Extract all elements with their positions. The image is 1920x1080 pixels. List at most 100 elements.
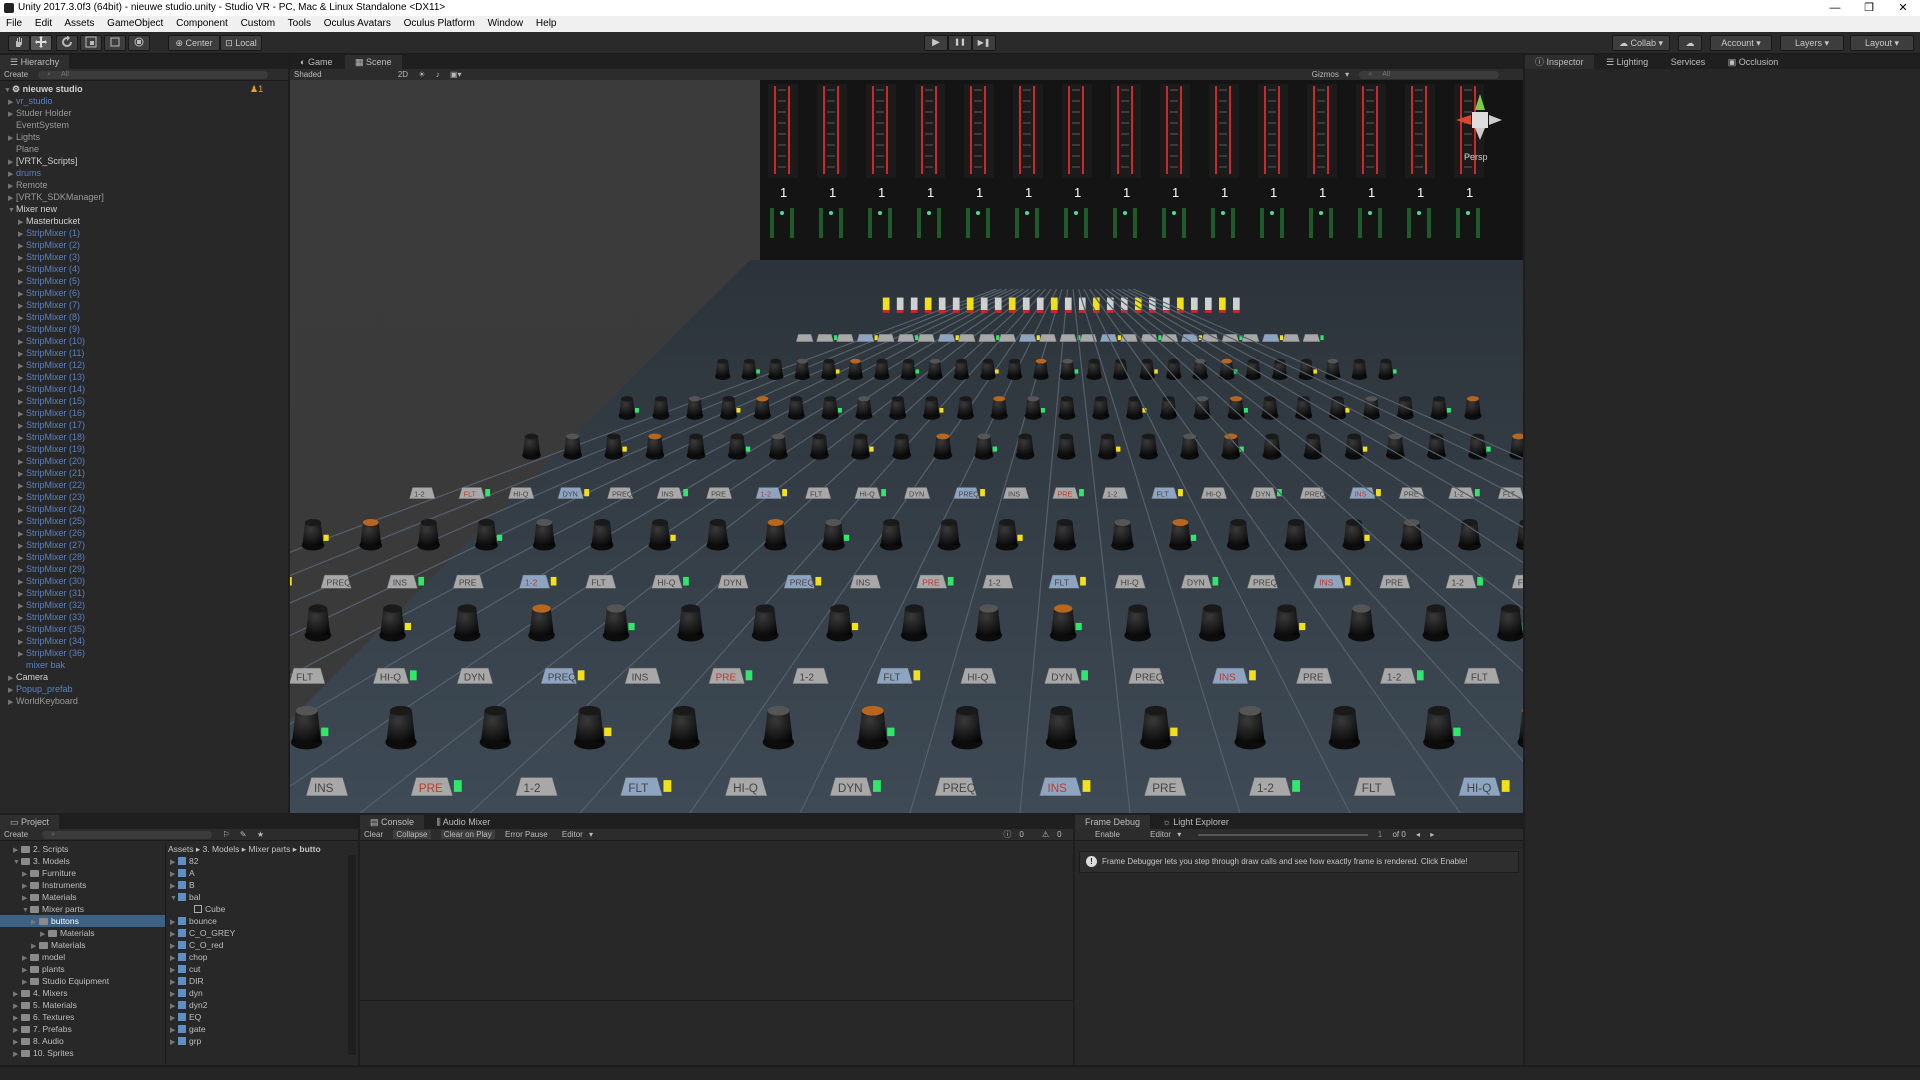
project-folder-item[interactable]: ▶ 10. Sprites bbox=[13, 1047, 74, 1059]
hierarchy-item[interactable]: ▶ StripMixer (17) bbox=[18, 419, 85, 431]
project-folder-item[interactable]: ▼ 3. Models bbox=[13, 855, 70, 867]
asset-item[interactable]: ▶ grp bbox=[170, 1035, 201, 1047]
channel-fader[interactable] bbox=[938, 297, 946, 310]
channel-fader[interactable] bbox=[910, 297, 918, 310]
scene-lighting-toggle[interactable]: ☀ bbox=[418, 70, 425, 79]
hierarchy-item[interactable]: ▶ StripMixer (5) bbox=[18, 275, 80, 287]
console-button[interactable] bbox=[816, 333, 834, 342]
asset-item[interactable]: ▶ 82 bbox=[170, 855, 198, 867]
project-create-button[interactable]: Create bbox=[4, 830, 28, 839]
hierarchy-item[interactable]: ▶ StripMixer (35) bbox=[18, 623, 85, 635]
channel-fader[interactable] bbox=[882, 297, 890, 310]
pivot-local-toggle[interactable]: ⊡ Local bbox=[220, 35, 262, 51]
hierarchy-item[interactable]: mixer bak bbox=[18, 659, 65, 671]
expand-arrow-icon[interactable]: ▼ bbox=[13, 857, 21, 869]
frame-debug-enable-button[interactable]: Enable bbox=[1095, 830, 1120, 839]
tab-hierarchy[interactable]: ☰ Hierarchy bbox=[0, 55, 70, 69]
audio-toggle-icon[interactable]: ♪ bbox=[436, 70, 440, 79]
console-button[interactable] bbox=[998, 333, 1017, 342]
asset-item[interactable]: ▼ bal bbox=[170, 891, 200, 903]
tab-lighting[interactable]: ☰ Lighting bbox=[1596, 55, 1658, 69]
hierarchy-item[interactable]: ▶ drums bbox=[8, 167, 41, 179]
hierarchy-item[interactable]: ▶ Lights bbox=[8, 131, 40, 143]
asset-item[interactable]: ▶ C_O_GREY bbox=[170, 927, 235, 939]
collapse-arrow-icon[interactable]: ▶ bbox=[8, 697, 16, 709]
console-button[interactable] bbox=[1018, 333, 1037, 342]
menu-window[interactable]: Window bbox=[488, 18, 524, 29]
menu-gameobject[interactable]: GameObject bbox=[107, 18, 163, 29]
frame-debug-step[interactable]: 1 bbox=[1378, 830, 1382, 839]
hierarchy-item[interactable]: ▶ [VRTK_SDKManager] bbox=[8, 191, 104, 203]
tab-console[interactable]: ▤ Console bbox=[360, 815, 425, 829]
console-button[interactable] bbox=[1059, 333, 1078, 342]
hierarchy-item[interactable]: ▶ StripMixer (34) bbox=[18, 635, 85, 647]
tab-project[interactable]: ▭ Project bbox=[0, 815, 60, 829]
project-folder-item[interactable]: ▶ 6. Textures bbox=[13, 1011, 74, 1023]
channel-fader[interactable] bbox=[952, 297, 960, 310]
project-search-input[interactable]: ⌕ bbox=[42, 830, 213, 839]
expand-arrow-icon[interactable]: ▼ bbox=[8, 205, 16, 217]
console-button[interactable] bbox=[1261, 333, 1280, 342]
hierarchy-create-button[interactable]: Create bbox=[4, 70, 28, 79]
tab-frame-debug[interactable]: Frame Debug bbox=[1075, 815, 1151, 829]
console-collapse-toggle[interactable]: Collapse bbox=[393, 830, 431, 839]
hierarchy-item[interactable]: ▶ StripMixer (20) bbox=[18, 455, 85, 467]
channel-fader[interactable] bbox=[980, 297, 988, 310]
project-folder-item[interactable]: ▶ plants bbox=[22, 963, 65, 975]
restore-button[interactable]: ❐ bbox=[1852, 0, 1886, 16]
console-button[interactable] bbox=[856, 333, 875, 342]
hierarchy-item[interactable]: ▶ StripMixer (6) bbox=[18, 287, 80, 299]
hierarchy-item[interactable]: ▶ StripMixer (19) bbox=[18, 443, 85, 455]
hierarchy-item[interactable]: EventSystem bbox=[8, 119, 69, 131]
transform-tool-button[interactable] bbox=[128, 35, 150, 51]
tab-scene[interactable]: ▦ Scene bbox=[344, 55, 402, 69]
hierarchy-item[interactable]: ▶ StripMixer (29) bbox=[18, 563, 85, 575]
console-button[interactable] bbox=[876, 333, 895, 342]
channel-fader[interactable] bbox=[1022, 297, 1030, 310]
asset-item[interactable]: ▶ EQ bbox=[170, 1011, 201, 1023]
favorite-icon[interactable]: ★ bbox=[257, 830, 264, 839]
breadcrumb-assets[interactable]: Assets bbox=[168, 844, 194, 854]
hierarchy-item[interactable]: ▶ Remote bbox=[8, 179, 48, 191]
hierarchy-item[interactable]: ▶ StripMixer (21) bbox=[18, 467, 85, 479]
console-clear-button[interactable]: Clear bbox=[364, 830, 383, 839]
hierarchy-item[interactable]: ▶ StripMixer (12) bbox=[18, 359, 85, 371]
scene-viewport[interactable]: 1 1 1 1 1 1 1 1 1 1 1 1 1 1 1 1-2 FLT DYN HI-Q PREQ DYN INS P… bbox=[290, 80, 1523, 813]
console-button[interactable] bbox=[1282, 333, 1300, 342]
menu-file[interactable]: File bbox=[6, 18, 22, 29]
project-folder-item[interactable]: ▶ 7. Prefabs bbox=[13, 1023, 72, 1035]
pivot-center-toggle[interactable]: ⊕ Center bbox=[168, 35, 220, 51]
console-info-count[interactable]: ⓘ 0 bbox=[999, 830, 1027, 839]
scene-root-row[interactable]: ▼⚙ nieuwe studio bbox=[4, 83, 83, 95]
close-button[interactable]: ✕ bbox=[1886, 0, 1920, 16]
hierarchy-item[interactable]: ▶ StripMixer (1) bbox=[18, 227, 80, 239]
asset-item[interactable]: ▶ A bbox=[170, 867, 195, 879]
minimize-button[interactable]: — bbox=[1818, 0, 1852, 16]
hierarchy-item[interactable]: ▶ StripMixer (4) bbox=[18, 263, 80, 275]
hierarchy-item[interactable]: ▶ StripMixer (14) bbox=[18, 383, 85, 395]
console-warning-count[interactable]: ⚠ 0 bbox=[1038, 830, 1066, 839]
asset-item[interactable]: ▶ DIR bbox=[170, 975, 204, 987]
console-button[interactable] bbox=[1120, 333, 1138, 342]
asset-item[interactable]: ▶ chop bbox=[170, 951, 207, 963]
account-dropdown[interactable]: Account ▾ bbox=[1710, 35, 1772, 51]
project-folder-item[interactable]: ▶ Studio Equipment bbox=[22, 975, 109, 987]
tab-occlusion[interactable]: ▣ Occlusion bbox=[1718, 55, 1789, 69]
hierarchy-item[interactable]: ▶ StripMixer (13) bbox=[18, 371, 85, 383]
project-folder-item[interactable]: ▶ 8. Audio bbox=[13, 1035, 64, 1047]
hierarchy-item[interactable]: ▶ StripMixer (23) bbox=[18, 491, 85, 503]
asset-item[interactable]: ▶ B bbox=[170, 879, 195, 891]
hierarchy-item[interactable]: ▶ StripMixer (9) bbox=[18, 323, 80, 335]
hierarchy-item[interactable]: Plane bbox=[8, 143, 39, 155]
hierarchy-item[interactable]: ▶ WorldKeyboard bbox=[8, 695, 78, 707]
menu-oculus-platform[interactable]: Oculus Platform bbox=[404, 18, 475, 29]
hierarchy-item[interactable]: ▶ StripMixer (7) bbox=[18, 299, 80, 311]
tab-inspector[interactable]: ⓘ Inspector bbox=[1525, 55, 1594, 69]
frame-debug-editor-dropdown[interactable]: Editor ▾ bbox=[1146, 830, 1181, 839]
hierarchy-item[interactable]: ▶ StripMixer (16) bbox=[18, 407, 85, 419]
asset-item[interactable]: ▶ dyn bbox=[170, 987, 203, 999]
asset-item[interactable]: ▶ gate bbox=[170, 1023, 206, 1035]
hierarchy-item[interactable]: ▼Mixer new bbox=[8, 203, 57, 215]
asset-item[interactable]: Cube bbox=[186, 903, 225, 915]
breadcrumb-models[interactable]: 3. Models bbox=[203, 844, 240, 854]
